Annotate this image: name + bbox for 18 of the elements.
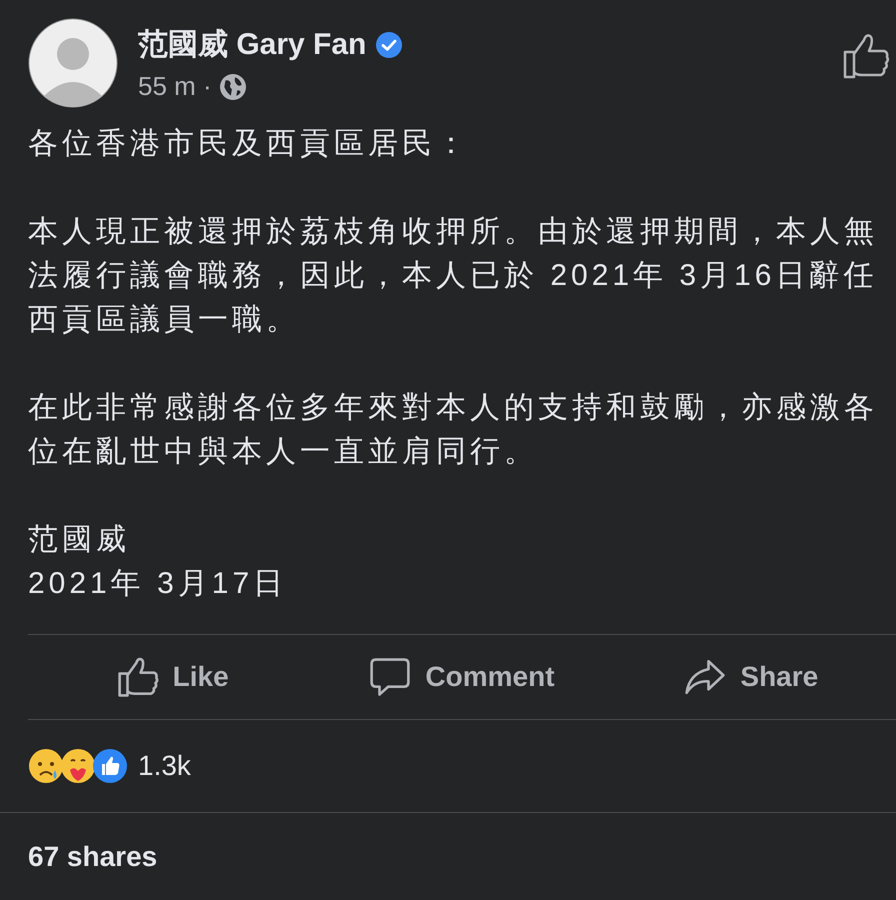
post-time[interactable]: 55 m · — [138, 71, 212, 102]
like-button[interactable]: Like — [28, 647, 318, 707]
share-button[interactable]: Share — [606, 647, 896, 707]
shares-count[interactable]: 67 shares — [0, 813, 186, 873]
author-name[interactable]: 范國威 Gary Fan — [138, 24, 366, 65]
reaction-count[interactable]: 1.3k — [138, 750, 191, 782]
post-paragraph: 在此非常感謝各位多年來對本人的支持和鼓勵，亦感激各位在亂世中與本人一直並肩同行。 — [28, 390, 879, 470]
like-reaction-icon — [92, 748, 128, 784]
avatar[interactable] — [28, 18, 118, 108]
post-paragraph: 各位香港市民及西貢區居民： — [28, 126, 471, 162]
post-paragraph: 本人現正被還押於荔枝角收押所。由於還押期間，本人無法履行議會職務，因此，本人已於 2021年 3月16日辭任西貢區議員一職。 — [28, 214, 879, 338]
post-paragraph: 范國威 2021年 3月17日 — [28, 522, 288, 602]
sad-emoji-icon — [28, 748, 64, 784]
thumbs-up-icon[interactable] — [842, 32, 890, 80]
speech-bubble-icon — [369, 656, 412, 698]
hug-emoji-icon — [60, 748, 96, 784]
comment-button[interactable]: Comment — [317, 647, 607, 707]
thumbs-up-icon — [116, 656, 159, 698]
